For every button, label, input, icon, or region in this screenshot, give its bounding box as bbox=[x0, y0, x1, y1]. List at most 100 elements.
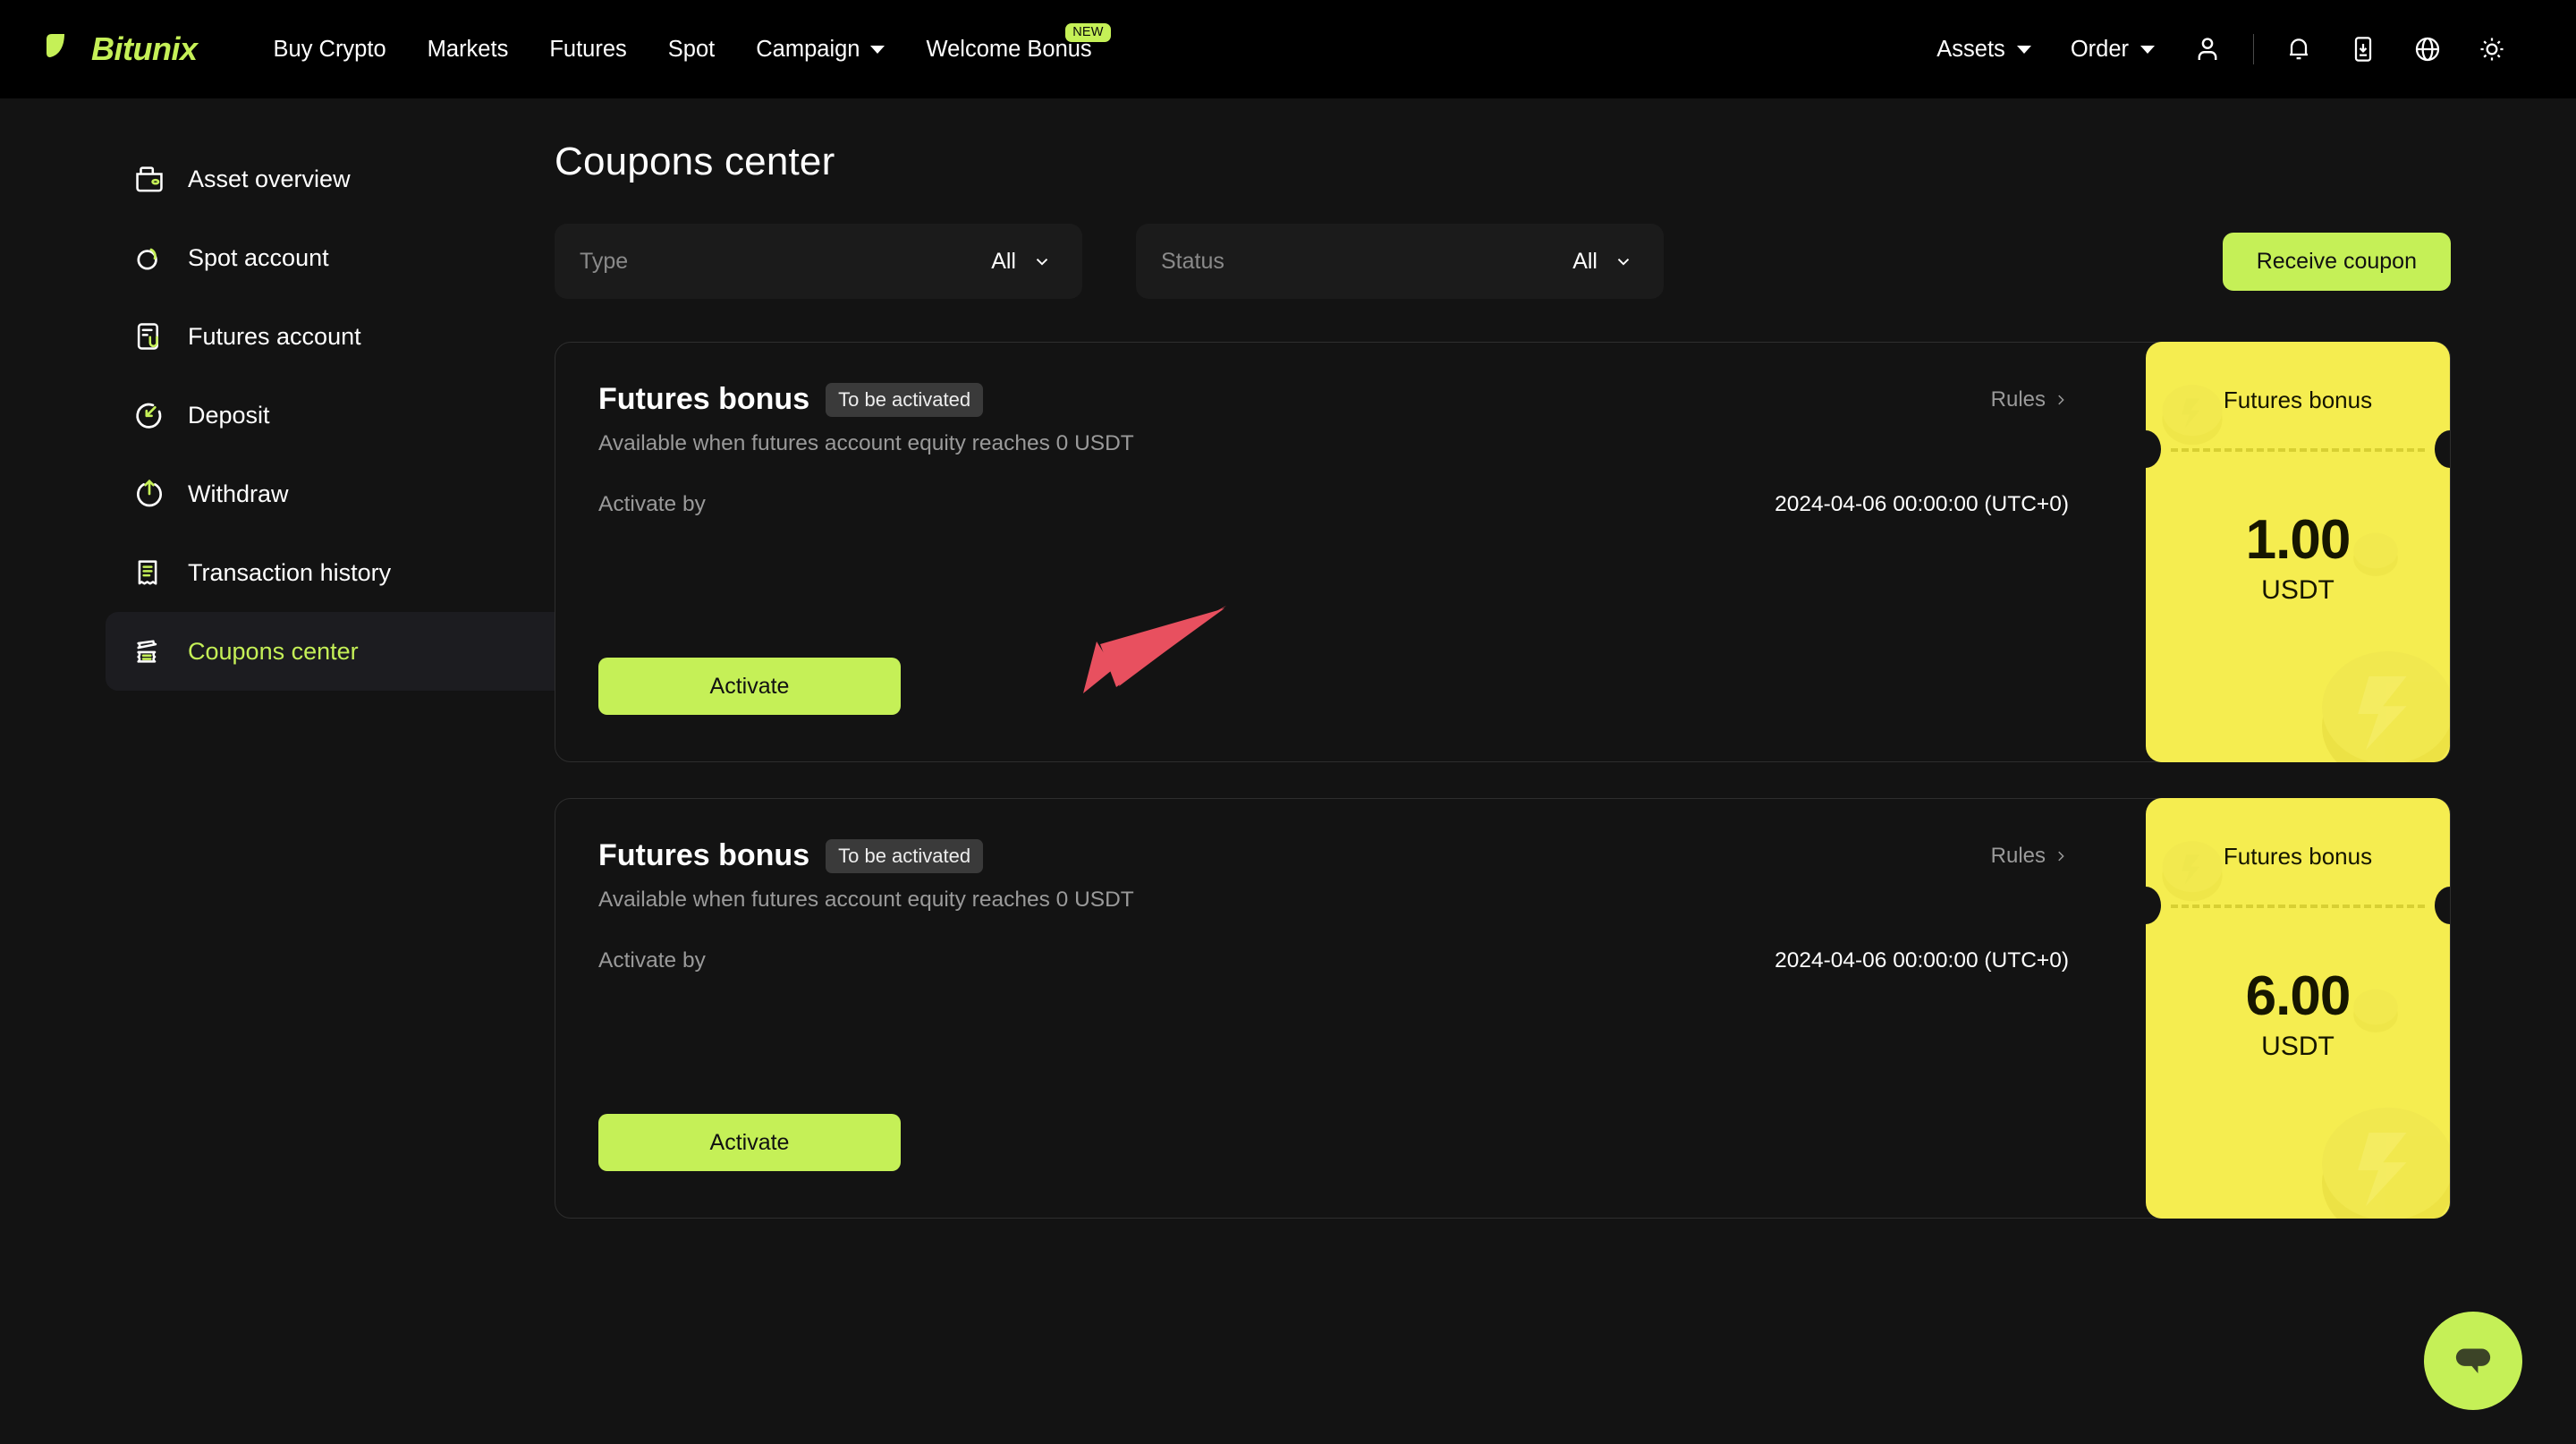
nav-item-welcome-bonus[interactable]: Welcome Bonus NEW bbox=[905, 37, 1112, 63]
coupon-ticket-icon bbox=[132, 634, 166, 668]
deposit-arrow-icon bbox=[132, 398, 166, 432]
sidebar-item-futures-account[interactable]: Futures account bbox=[106, 297, 555, 376]
coupon-subtitle: Available when futures account equity re… bbox=[598, 431, 2407, 456]
bitunix-logo-icon bbox=[43, 30, 80, 68]
coupon-title: Futures bonus bbox=[598, 382, 809, 417]
status-badge: To be activated bbox=[826, 383, 983, 417]
globe-icon bbox=[2413, 35, 2442, 64]
ticket-notch-right bbox=[2435, 887, 2450, 924]
rules-link[interactable]: Rules bbox=[1991, 387, 2069, 412]
theme-toggle-button[interactable] bbox=[2460, 35, 2524, 64]
new-badge: NEW bbox=[1065, 23, 1110, 42]
rules-label: Rules bbox=[1991, 844, 2046, 869]
brand-logo[interactable]: Bitunix bbox=[43, 30, 198, 68]
filters-row: Type All Status All Receive coupon bbox=[555, 224, 2451, 299]
user-icon bbox=[2192, 34, 2223, 64]
sidebar-item-transaction-history[interactable]: Transaction history bbox=[106, 533, 555, 612]
coupon-date-row: Activate by 2024-04-06 00:00:00 (UTC+0) bbox=[598, 948, 2407, 973]
chat-support-button[interactable] bbox=[2424, 1312, 2522, 1410]
assets-menu[interactable]: Assets bbox=[1917, 37, 2051, 63]
rules-label: Rules bbox=[1991, 387, 2046, 412]
chevron-down-icon bbox=[2017, 46, 2031, 54]
spot-circle-icon bbox=[132, 241, 166, 275]
coupon-title: Futures bonus bbox=[598, 838, 809, 873]
sidebar-item-asset-overview[interactable]: Asset overview bbox=[106, 140, 555, 218]
activate-button[interactable]: Activate bbox=[598, 658, 901, 715]
page-title: Coupons center bbox=[555, 140, 2451, 184]
coupon-title-row: Futures bonus To be activated Rules bbox=[598, 838, 2407, 873]
sidebar-item-label: Transaction history bbox=[188, 559, 391, 587]
language-button[interactable] bbox=[2395, 35, 2460, 64]
sidebar-item-withdraw[interactable]: Withdraw bbox=[106, 454, 555, 533]
nav-item-markets[interactable]: Markets bbox=[407, 37, 530, 63]
download-app-button[interactable] bbox=[2331, 35, 2395, 64]
type-filter[interactable]: Type All bbox=[555, 224, 1082, 299]
notifications-button[interactable] bbox=[2267, 35, 2331, 64]
nav-item-buy-crypto[interactable]: Buy Crypto bbox=[253, 37, 407, 63]
coupon-subtitle: Available when futures account equity re… bbox=[598, 888, 2407, 913]
sidebar-item-coupons-center[interactable]: Coupons center › bbox=[106, 612, 623, 691]
sidebar-item-label: Withdraw bbox=[188, 480, 289, 508]
coupon-ticket: Futures bonus 1.00 USDT bbox=[2146, 342, 2450, 762]
main-content: Coupons center Type All Status All Recei… bbox=[555, 140, 2576, 1219]
rules-link[interactable]: Rules bbox=[1991, 844, 2069, 869]
sidebar-item-label: Coupons center bbox=[188, 638, 359, 666]
nav-label: Spot bbox=[668, 37, 715, 63]
nav-label: Buy Crypto bbox=[274, 37, 386, 63]
sidebar-item-deposit[interactable]: Deposit bbox=[106, 376, 555, 454]
activate-button[interactable]: Activate bbox=[598, 1114, 901, 1171]
nav-item-campaign[interactable]: Campaign bbox=[735, 37, 905, 63]
sidebar-item-label: Deposit bbox=[188, 402, 270, 429]
nav-label: Futures bbox=[549, 37, 626, 63]
wallet-icon bbox=[132, 162, 166, 196]
sidebar-item-label: Futures account bbox=[188, 323, 361, 351]
user-account-button[interactable] bbox=[2174, 34, 2241, 64]
order-label: Order bbox=[2071, 37, 2129, 63]
activate-by-label: Activate by bbox=[598, 492, 706, 517]
order-menu[interactable]: Order bbox=[2051, 37, 2174, 63]
ticket-divider bbox=[2171, 448, 2425, 452]
nav-label: Markets bbox=[428, 37, 509, 63]
ticket-title: Futures bonus bbox=[2146, 843, 2450, 871]
sun-icon bbox=[2478, 35, 2506, 64]
activate-by-value: 2024-04-06 00:00:00 (UTC+0) bbox=[1775, 948, 2069, 973]
ticket-currency: USDT bbox=[2146, 575, 2450, 606]
coupon-date-row: Activate by 2024-04-06 00:00:00 (UTC+0) bbox=[598, 492, 2407, 517]
status-badge: To be activated bbox=[826, 839, 983, 873]
chevron-down-icon bbox=[1614, 251, 1633, 271]
coupon-card: Futures bonus To be activated Rules Avai… bbox=[555, 342, 2451, 762]
coupon-ticket: Futures bonus 6.00 USDT bbox=[2146, 798, 2450, 1219]
bell-icon bbox=[2284, 35, 2313, 64]
nav-item-spot[interactable]: Spot bbox=[648, 37, 735, 63]
receive-coupon-button[interactable]: Receive coupon bbox=[2223, 233, 2451, 291]
ticket-amount: 6.00 bbox=[2146, 964, 2450, 1028]
ticket-notch-right bbox=[2435, 430, 2450, 468]
status-filter-value: All bbox=[1572, 249, 1597, 275]
chevron-right-icon bbox=[2053, 848, 2069, 864]
coin-decoration-icon bbox=[2309, 1089, 2450, 1219]
brand-name: Bitunix bbox=[91, 30, 198, 68]
nav-item-futures[interactable]: Futures bbox=[529, 37, 647, 63]
sidebar-item-spot-account[interactable]: Spot account bbox=[106, 218, 555, 297]
main-nav: Buy Crypto Markets Futures Spot Campaign… bbox=[253, 37, 1113, 63]
activate-by-value: 2024-04-06 00:00:00 (UTC+0) bbox=[1775, 492, 2069, 517]
header-divider bbox=[2253, 34, 2254, 64]
sidebar-item-label: Spot account bbox=[188, 244, 329, 272]
header-right-group: Assets Order bbox=[1917, 34, 2524, 64]
receipt-icon bbox=[132, 556, 166, 590]
status-filter[interactable]: Status All bbox=[1136, 224, 1664, 299]
chevron-down-icon bbox=[870, 46, 885, 54]
ticket-currency: USDT bbox=[2146, 1032, 2450, 1062]
ticket-divider bbox=[2171, 905, 2425, 908]
coupon-list: Futures bonus To be activated Rules Avai… bbox=[555, 342, 2451, 1219]
ticket-amount: 1.00 bbox=[2146, 508, 2450, 572]
chat-bubble-icon bbox=[2449, 1337, 2497, 1385]
chevron-right-icon bbox=[2053, 392, 2069, 408]
type-filter-label: Type bbox=[580, 249, 628, 275]
activate-by-label: Activate by bbox=[598, 948, 706, 973]
nav-label: Campaign bbox=[756, 37, 860, 63]
ticket-title: Futures bonus bbox=[2146, 386, 2450, 414]
status-filter-label: Status bbox=[1161, 249, 1224, 275]
chevron-down-icon bbox=[2140, 46, 2155, 54]
coin-decoration-icon bbox=[2309, 633, 2450, 762]
